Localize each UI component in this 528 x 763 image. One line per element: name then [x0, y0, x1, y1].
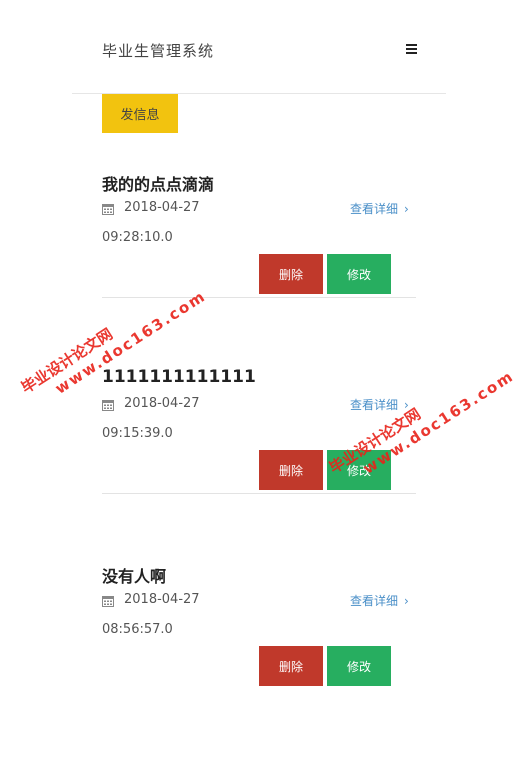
message-divider: [102, 297, 416, 298]
message-time: 09:28:10.0: [102, 230, 173, 245]
delete-button[interactable]: 删除: [259, 254, 323, 294]
edit-button[interactable]: 修改: [327, 450, 391, 490]
send-message-button[interactable]: 发信息: [102, 94, 178, 133]
top-bar: 毕业生管理系统: [0, 0, 528, 94]
view-details-link[interactable]: 查看详细 ›: [350, 592, 409, 609]
chevron-right-icon: ›: [404, 594, 409, 608]
calendar-icon: [102, 204, 114, 215]
calendar-icon: [102, 596, 114, 607]
delete-button[interactable]: 删除: [259, 450, 323, 490]
view-details-link[interactable]: 查看详细 ›: [350, 396, 409, 413]
chevron-right-icon: ›: [404, 202, 409, 216]
message-date: 2018-04-27: [124, 396, 200, 411]
message-divider: [102, 493, 416, 494]
message-date: 2018-04-27: [124, 592, 200, 607]
chevron-right-icon: ›: [404, 398, 409, 412]
calendar-icon: [102, 400, 114, 411]
message-time: 08:56:57.0: [102, 622, 173, 637]
hamburger-menu-icon[interactable]: [406, 44, 417, 54]
edit-button[interactable]: 修改: [327, 646, 391, 686]
edit-button[interactable]: 修改: [327, 254, 391, 294]
app-title: 毕业生管理系统: [102, 42, 215, 60]
message-title: 没有人啊: [102, 567, 167, 586]
message-title: 我的的点点滴滴: [102, 175, 215, 194]
view-details-link[interactable]: 查看详细 ›: [350, 200, 409, 217]
message-card: 1111111111111 2018-04-27 查看详细 › 09:15:39.…: [0, 367, 528, 567]
view-details-label: 查看详细: [350, 594, 399, 608]
message-time: 09:15:39.0: [102, 426, 173, 441]
message-title: 1111111111111: [102, 367, 256, 387]
view-details-label: 查看详细: [350, 398, 399, 412]
message-card: 我的的点点滴滴 2018-04-27 查看详细 › 09:28:10.0 删除 修…: [0, 171, 528, 371]
message-date: 2018-04-27: [124, 200, 200, 215]
view-details-label: 查看详细: [350, 202, 399, 216]
message-card: 没有人啊 2018-04-27 查看详细 › 08:56:57.0 删除 修改: [0, 563, 528, 763]
delete-button[interactable]: 删除: [259, 646, 323, 686]
